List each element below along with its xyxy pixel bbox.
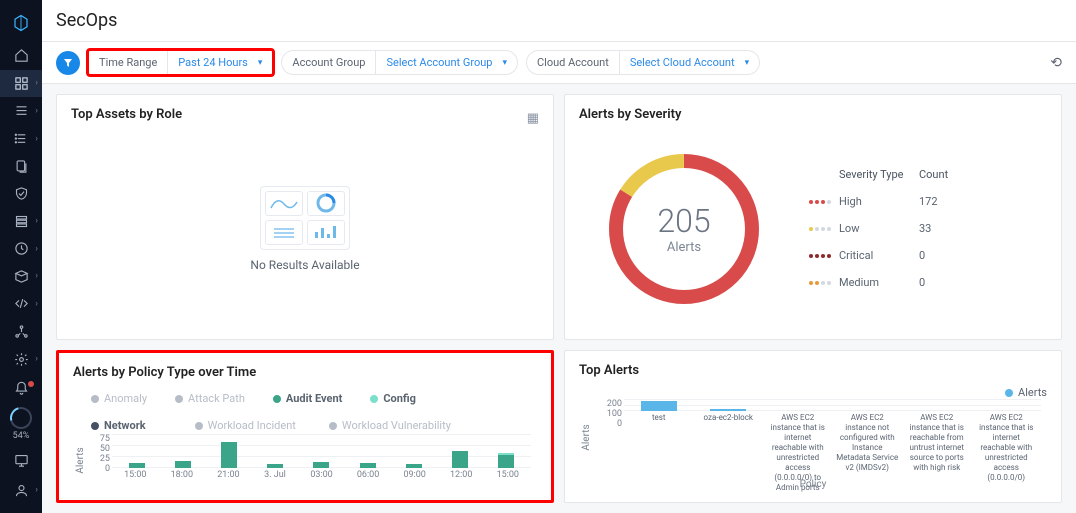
panel-title: Top Assets by Role — [71, 107, 182, 122]
panel-alerts-timeseries: Alerts by Policy Type over Time Anomaly … — [56, 350, 554, 503]
table-view-icon[interactable]: ▦ — [527, 111, 539, 126]
panel-alerts-severity: Alerts by Severity 205 Alerts Severity — [564, 94, 1062, 340]
y-axis-label: Alerts — [579, 399, 594, 477]
empty-text: No Results Available — [250, 258, 359, 272]
sev-dots-high — [809, 200, 839, 204]
y-axis-label: Alerts — [73, 434, 88, 488]
legend-config[interactable]: Config — [370, 392, 416, 405]
time-range-value: Past 24 Hours — [168, 51, 258, 74]
sev-row-count: 0 — [919, 276, 979, 289]
nav-alarm[interactable] — [0, 373, 42, 403]
cloud-account-value: Select Cloud Account — [620, 51, 745, 74]
panel-title: Alerts by Policy Type over Time — [73, 365, 537, 380]
nav-user[interactable]: › — [0, 475, 42, 505]
sev-row-count: 172 — [919, 195, 979, 208]
nav-stack[interactable]: › — [0, 207, 42, 235]
severity-total-label: Alerts — [667, 240, 701, 255]
empty-state: No Results Available — [71, 130, 539, 327]
panel-title: Alerts by Severity — [579, 107, 1047, 122]
gauge-pct: 54% — [13, 431, 30, 441]
nav-history[interactable]: › — [0, 235, 42, 263]
nav-gear[interactable]: › — [0, 345, 42, 373]
nav-shield[interactable] — [0, 180, 42, 208]
filter-bar: Time Range Past 24 Hours ▾ Account Group… — [42, 42, 1076, 84]
usage-gauge[interactable]: 54% — [0, 403, 42, 445]
cloud-account-label: Cloud Account — [527, 51, 619, 74]
legend-audit[interactable]: Audit Event — [273, 392, 342, 405]
nav-home[interactable] — [0, 42, 42, 70]
alarm-dot-icon — [28, 381, 34, 387]
nav-list-alt[interactable]: › — [0, 125, 42, 153]
legend-network[interactable]: Network Workload Incident Workload Vulne… — [91, 419, 537, 432]
severity-total: 205 — [657, 202, 710, 240]
top-alerts-legend[interactable]: Alerts — [579, 386, 1047, 399]
severity-col-type: Severity Type — [839, 168, 919, 181]
severity-table: Severity Type Count High 172 Low 33 Crit… — [809, 168, 979, 289]
timeseries-legend: Anomaly Attack Path Audit Event Config N… — [91, 392, 537, 432]
time-range-filter[interactable]: Time Range Past 24 Hours ▾ — [88, 50, 273, 75]
time-range-label: Time Range — [89, 51, 167, 74]
nav-dashboard[interactable]: › — [0, 70, 42, 98]
sev-dots-medium — [809, 281, 839, 285]
panel-top-alerts: Top Alerts Alerts Alerts 2001000 testoza… — [564, 350, 1062, 503]
account-group-value: Select Account Group — [376, 51, 502, 74]
content-grid: Top Assets by Role ▦ No Results Availabl… — [42, 84, 1076, 513]
legend-anomaly[interactable]: Anomaly — [91, 392, 147, 405]
sev-row-count: 33 — [919, 222, 979, 235]
sev-dots-critical — [809, 254, 839, 258]
chevron-down-icon: ▾ — [745, 58, 760, 68]
chevron-down-icon: ▾ — [502, 58, 517, 68]
nav-list[interactable]: › — [0, 97, 42, 125]
nav-network[interactable] — [0, 318, 42, 346]
gauge-ring-icon — [6, 403, 36, 433]
nav-code[interactable]: › — [0, 290, 42, 318]
cloud-account-filter[interactable]: Cloud Account Select Cloud Account ▾ — [526, 50, 760, 75]
nav-box[interactable]: › — [0, 263, 42, 291]
panel-title: Top Alerts — [579, 363, 1047, 378]
timeseries-chart[interactable]: Alerts 7550250 15:0018:0021:003. Jul03:0… — [73, 434, 537, 488]
filter-brand-icon[interactable] — [56, 51, 80, 75]
severity-col-count: Count — [919, 168, 979, 181]
main-area: SecOps Time Range Past 24 Hours ▾ Accoun… — [42, 0, 1076, 513]
left-sidebar: › › › › › › › › 54% › — [0, 0, 42, 513]
chevron-down-icon: ▾ — [258, 58, 273, 68]
legend-attack-path[interactable]: Attack Path — [175, 392, 245, 405]
nav-copy[interactable] — [0, 152, 42, 180]
account-group-filter[interactable]: Account Group Select Account Group ▾ — [281, 50, 518, 75]
sev-row-label[interactable]: High — [839, 195, 919, 208]
nav-monitor[interactable] — [0, 445, 42, 475]
sev-row-label[interactable]: Critical — [839, 249, 919, 262]
empty-illustration-icon — [260, 186, 350, 250]
sev-dots-low — [809, 227, 839, 231]
account-group-label: Account Group — [282, 51, 375, 74]
panel-top-assets: Top Assets by Role ▦ No Results Availabl… — [56, 94, 554, 340]
sev-row-label[interactable]: Medium — [839, 276, 919, 289]
app-logo[interactable] — [0, 8, 42, 42]
sev-row-count: 0 — [919, 249, 979, 262]
page-title: SecOps — [42, 0, 1076, 42]
severity-donut[interactable]: 205 Alerts — [599, 144, 769, 314]
top-alerts-chart[interactable]: Alerts 2001000 testoza-ec2-blockAWS EC2 … — [579, 399, 1047, 477]
sev-row-label[interactable]: Low — [839, 222, 919, 235]
reset-filters-icon[interactable]: ⟲ — [1050, 55, 1062, 71]
